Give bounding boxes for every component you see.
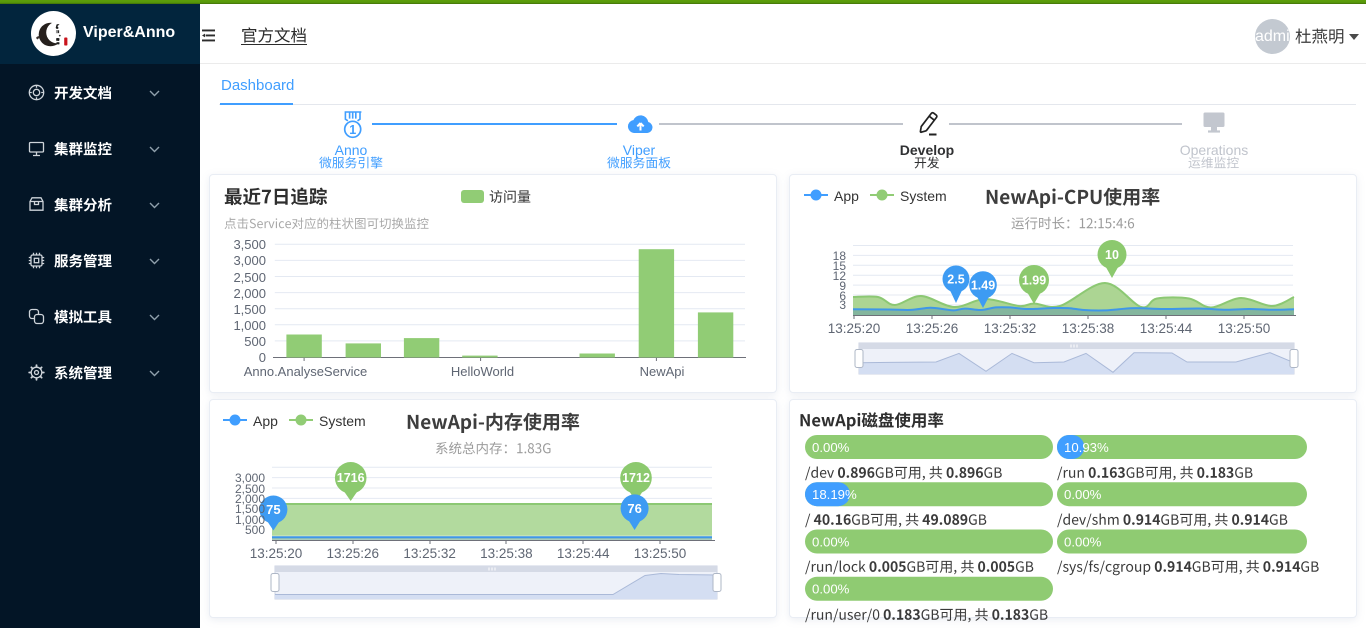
svg-text:0.00%: 0.00% [1064,534,1102,549]
svg-text:0.00%: 0.00% [1064,487,1102,502]
svg-text:1.99: 1.99 [1022,273,1046,287]
svg-text:18.19%: 18.19% [812,487,857,502]
svg-text:1712: 1712 [622,471,650,485]
svg-text:76: 76 [627,501,641,516]
svg-text:2.5: 2.5 [947,272,964,286]
svg-text:1.49: 1.49 [971,278,995,292]
svg-text:75: 75 [266,502,280,517]
svg-text:10: 10 [1105,248,1119,262]
svg-text:0.00%: 0.00% [812,534,850,549]
svg-text:0.00%: 0.00% [812,440,850,455]
svg-text:0.00%: 0.00% [812,582,850,597]
svg-text:1: 1 [349,123,356,137]
svg-text:10.93%: 10.93% [1064,440,1109,455]
svg-text:1716: 1716 [337,471,365,485]
